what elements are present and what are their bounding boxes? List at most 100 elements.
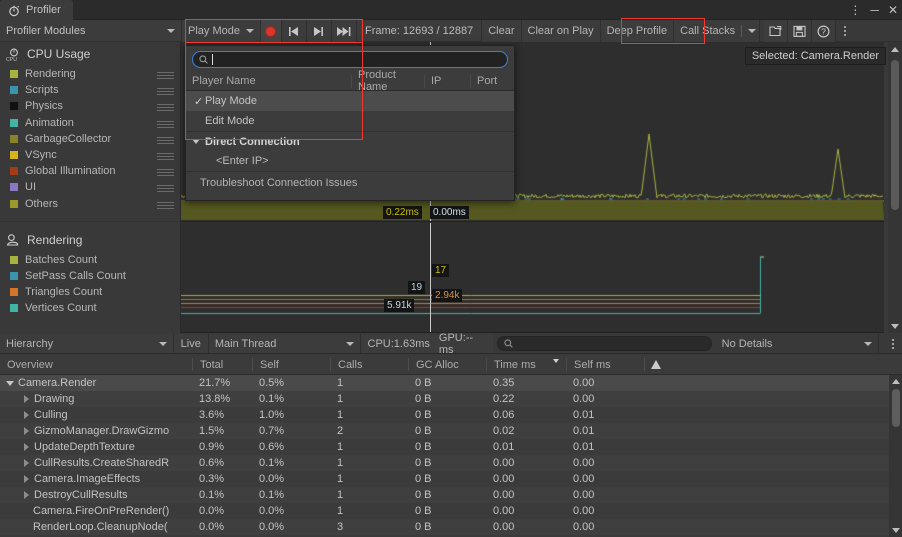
connection-dropdown[interactable]: Play Mode xyxy=(182,20,260,42)
close-icon[interactable]: ✕ xyxy=(888,4,898,16)
column-header-self[interactable]: Self xyxy=(252,358,330,371)
next-frame-button[interactable] xyxy=(306,20,332,42)
row-name-cell[interactable]: GizmoManager.DrawGizmo xyxy=(0,425,192,437)
expander-expand-icon[interactable] xyxy=(24,475,29,483)
row-name-cell[interactable]: RenderLoop.CleanupNode( xyxy=(0,521,192,533)
legend-item-rendering[interactable]: Rendering xyxy=(0,66,180,82)
column-header-time-ms[interactable]: Time ms xyxy=(486,358,566,371)
hierarchy-menu-button[interactable] xyxy=(885,334,902,354)
scroll-down-icon[interactable] xyxy=(888,319,902,333)
toolbar-menu-button[interactable] xyxy=(836,20,854,42)
legend-item-triangles-count[interactable]: Triangles Count xyxy=(0,284,180,300)
legend-drag-handle[interactable] xyxy=(157,185,174,193)
profiler-modules-dropdown[interactable]: Profiler Modules xyxy=(0,20,182,41)
connection-item-play-mode[interactable]: ✓ Play Mode xyxy=(186,91,514,111)
legend-drag-handle[interactable] xyxy=(157,120,174,128)
expander-expand-icon[interactable] xyxy=(24,427,29,435)
legend-item-vertices-count[interactable]: Vertices Count xyxy=(0,300,180,316)
row-name-cell[interactable]: Camera.ImageEffects xyxy=(0,473,192,485)
row-name-cell[interactable]: Camera.Render xyxy=(0,377,192,389)
column-header-total[interactable]: Total xyxy=(192,358,252,371)
legend-drag-handle[interactable] xyxy=(157,88,174,96)
table-row[interactable]: Culling 3.6% 1.0% 1 0 B 0.06 0.01 xyxy=(0,407,902,423)
live-toggle[interactable]: Live xyxy=(173,334,209,353)
column-header-warning[interactable] xyxy=(644,358,666,371)
legend-item-global-illumination[interactable]: Global Illumination xyxy=(0,163,180,179)
expander-collapse-icon[interactable] xyxy=(6,380,14,386)
table-row[interactable]: CullResults.CreateSharedR 0.6% 0.1% 1 0 B 0.0… xyxy=(0,455,902,471)
tab-profiler[interactable]: Profiler xyxy=(0,0,73,20)
window-menu-icon[interactable]: ⋮ xyxy=(849,4,861,16)
minimize-icon[interactable]: ─ xyxy=(870,4,879,16)
legend-item-ui[interactable]: UI xyxy=(0,179,180,195)
table-vertical-scrollbar[interactable] xyxy=(889,375,902,537)
legend-item-animation[interactable]: Animation xyxy=(0,115,180,131)
expander-expand-icon[interactable] xyxy=(24,491,29,499)
table-row[interactable]: UpdateDepthTexture 0.9% 0.6% 1 0 B 0.01 0.01 xyxy=(0,439,902,455)
table-row[interactable]: GizmoManager.DrawGizmo 1.5% 0.7% 2 0 B 0.02 0.… xyxy=(0,423,902,439)
call-stacks-dropdown[interactable]: Call Stacks xyxy=(674,20,761,42)
prev-frame-button[interactable] xyxy=(281,20,307,42)
connection-troubleshoot-link[interactable]: Troubleshoot Connection Issues xyxy=(186,171,514,193)
scroll-up-icon[interactable] xyxy=(889,375,902,388)
legend-item-setpass-calls-count[interactable]: SetPass Calls Count xyxy=(0,268,180,284)
expander-expand-icon[interactable] xyxy=(24,411,29,419)
table-row[interactable]: Camera.Render 21.7% 0.5% 1 0 B 0.35 0.00 xyxy=(0,375,902,391)
table-row[interactable]: Drawing 13.8% 0.1% 1 0 B 0.22 0.00 xyxy=(0,391,902,407)
module-cpu-usage[interactable]: CPU CPU Usage Rendering Scripts Physics Ani… xyxy=(0,42,180,212)
legend-item-batches-count[interactable]: Batches Count xyxy=(0,252,180,268)
scroll-up-icon[interactable] xyxy=(888,42,902,56)
scrollbar-thumb[interactable] xyxy=(892,389,900,427)
connection-enter-ip[interactable]: <Enter IP> xyxy=(186,151,514,171)
row-name-cell[interactable]: Culling xyxy=(0,409,192,421)
expander-expand-icon[interactable] xyxy=(24,395,29,403)
legend-drag-handle[interactable] xyxy=(157,152,174,160)
legend-drag-handle[interactable] xyxy=(157,136,174,144)
legend-item-vsync[interactable]: VSync xyxy=(0,147,180,163)
column-header-calls[interactable]: Calls xyxy=(330,358,408,371)
hierarchy-search-input[interactable] xyxy=(496,336,712,351)
legend-item-garbagecollector[interactable]: GarbageCollector xyxy=(0,131,180,147)
last-frame-button[interactable] xyxy=(331,20,357,42)
legend-drag-handle[interactable] xyxy=(157,72,174,79)
connection-group-direct[interactable]: Direct Connection xyxy=(186,131,514,151)
row-name-cell[interactable]: DestroyCullResults xyxy=(0,489,192,501)
connection-search-field[interactable] xyxy=(192,51,508,68)
expander-expand-icon[interactable] xyxy=(24,459,29,467)
deep-profile-toggle[interactable]: Deep Profile xyxy=(600,20,675,42)
legend-item-scripts[interactable]: Scripts xyxy=(0,82,180,98)
column-header-self-ms[interactable]: Self ms xyxy=(566,358,644,371)
legend-drag-handle[interactable] xyxy=(157,169,174,177)
row-name-cell[interactable]: UpdateDepthTexture xyxy=(0,441,192,453)
clear-on-play-toggle[interactable]: Clear on Play xyxy=(521,20,601,42)
column-header-overview[interactable]: Overview xyxy=(0,358,192,371)
scrollbar-thumb[interactable] xyxy=(891,60,899,210)
record-button[interactable] xyxy=(259,20,282,42)
load-profile-button[interactable] xyxy=(764,20,789,42)
clear-button[interactable]: Clear xyxy=(482,20,522,42)
module-rendering[interactable]: Rendering Batches Count SetPass Calls Cou… xyxy=(0,228,180,317)
expander-expand-icon[interactable] xyxy=(24,443,29,451)
details-dropdown[interactable]: No Details xyxy=(716,334,879,353)
legend-drag-handle[interactable] xyxy=(157,201,174,209)
thread-dropdown[interactable]: Main Thread xyxy=(208,334,361,353)
table-row[interactable]: RenderLoop.CleanupNode(0.0% 0.0% 3 0 B 0.00 0… xyxy=(0,519,902,535)
row-name-cell[interactable]: CullResults.CreateSharedR xyxy=(0,457,192,469)
view-type-dropdown[interactable]: Hierarchy xyxy=(0,334,174,353)
legend-item-others[interactable]: Others xyxy=(0,196,180,212)
table-row[interactable]: DestroyCullResults 0.1% 0.1% 1 0 B 0.00 0.00 xyxy=(0,487,902,503)
table-row[interactable]: Camera.FireOnPreRender() 0.0% 0.0% 1 0 B 0.00… xyxy=(0,503,902,519)
connection-item-label: Play Mode xyxy=(205,95,257,107)
row-name-cell[interactable]: Drawing xyxy=(0,393,192,405)
help-button[interactable]: ? xyxy=(812,20,837,42)
column-header-gc-alloc[interactable]: GC Alloc xyxy=(408,358,486,371)
scroll-down-icon[interactable] xyxy=(889,524,902,537)
legend-item-physics[interactable]: Physics xyxy=(0,98,180,114)
save-profile-button[interactable] xyxy=(788,20,813,42)
row-name-cell[interactable]: Camera.FireOnPreRender() xyxy=(0,505,192,517)
legend-drag-handle[interactable] xyxy=(157,104,174,112)
chart-vertical-scrollbar[interactable] xyxy=(888,42,902,333)
connection-item-edit-mode[interactable]: Edit Mode xyxy=(186,111,514,131)
rendering-chart[interactable]: 17 19 2.94k 5.91k xyxy=(181,223,884,333)
table-row[interactable]: Camera.ImageEffects 0.3% 0.0% 1 0 B 0.00 0.00 xyxy=(0,471,902,487)
